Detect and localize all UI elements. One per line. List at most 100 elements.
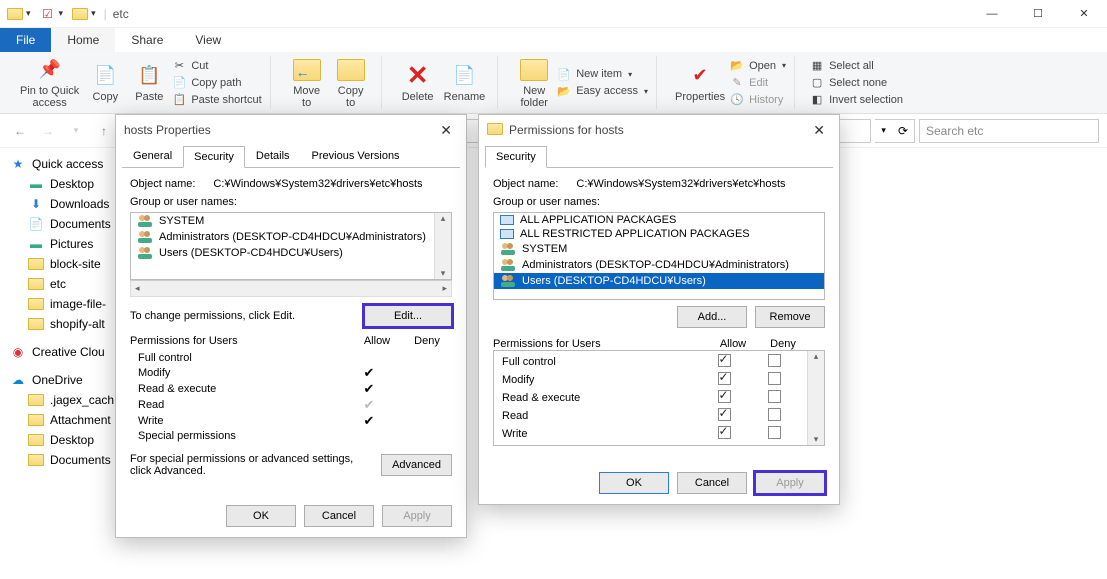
open-button[interactable]: 📂Open▾ — [729, 58, 786, 74]
easy-access-button[interactable]: 📂Easy access▾ — [556, 83, 648, 99]
delete-button[interactable]: ✕Delete — [396, 61, 440, 105]
select-none-icon: ▢ — [809, 75, 825, 91]
allow-column-header: Allow — [352, 335, 402, 347]
perm-row: Read — [494, 407, 824, 425]
maximize-button[interactable]: ☐ — [1015, 0, 1061, 28]
ok-button[interactable]: OK — [226, 505, 296, 527]
address-chevron-icon[interactable]: ▾ — [875, 125, 892, 136]
copy-path-button[interactable]: 📄Copy path — [171, 75, 261, 91]
allow-checkbox[interactable] — [718, 390, 731, 403]
copy-button[interactable]: 📄Copy — [83, 61, 127, 105]
deny-checkbox[interactable] — [768, 426, 781, 439]
deny-checkbox[interactable] — [768, 372, 781, 385]
star-icon: ★ — [10, 157, 26, 171]
perm-row: Full control — [494, 353, 824, 371]
download-icon: ⬇ — [28, 197, 44, 211]
cut-button[interactable]: ✂Cut — [171, 58, 261, 74]
folder-icon — [28, 317, 44, 331]
invert-icon: ◧ — [809, 92, 825, 108]
advanced-button[interactable]: Advanced — [381, 454, 452, 476]
tab-details[interactable]: Details — [245, 145, 301, 167]
allow-checkbox[interactable] — [718, 354, 731, 367]
select-all-button[interactable]: ▦Select all — [809, 58, 903, 74]
refresh-button[interactable]: ⟳ — [892, 124, 914, 138]
qa-chevron-icon[interactable]: ▾ — [26, 8, 31, 19]
folder-icon — [28, 413, 44, 427]
deny-checkbox[interactable] — [768, 354, 781, 367]
edit-button[interactable]: Edit... — [364, 305, 452, 327]
move-to-button[interactable]: ←Move to — [285, 55, 329, 111]
allow-checkbox[interactable] — [718, 408, 731, 421]
close-button[interactable]: ✕ — [807, 122, 831, 139]
tab-previous-versions[interactable]: Previous Versions — [301, 145, 411, 167]
new-folder-button[interactable]: New folder — [512, 55, 556, 111]
user-list[interactable]: ALL APPLICATION PACKAGES ALL RESTRICTED … — [493, 212, 825, 300]
checkbox-select-icon[interactable]: ☑ — [39, 5, 57, 23]
easy-access-icon: 📂 — [556, 83, 572, 99]
users-icon — [500, 274, 516, 288]
deny-checkbox[interactable] — [768, 390, 781, 403]
remove-button[interactable]: Remove — [755, 306, 825, 328]
dialog-hosts-properties: hosts Properties ✕ General Security Deta… — [115, 114, 467, 538]
creative-cloud-icon: ◉ — [10, 345, 26, 359]
minimize-button[interactable]: — — [969, 0, 1015, 28]
move-icon: ← — [293, 57, 321, 83]
user-list[interactable]: SYSTEM Administrators (DESKTOP-CD4HDCU¥A… — [130, 212, 452, 280]
pin-quick-access-button[interactable]: 📌Pin to Quick access — [16, 55, 83, 111]
perm-row: Read & execute✔ — [130, 381, 452, 397]
forward-button[interactable]: → — [36, 119, 60, 143]
allow-checkbox[interactable] — [718, 426, 731, 439]
object-name-value: C:¥Windows¥System32¥drivers¥etc¥hosts — [213, 178, 422, 190]
paste-button[interactable]: 📋Paste — [127, 61, 171, 105]
folder-icon — [71, 5, 89, 23]
dialog-title: hosts Properties — [124, 123, 211, 137]
new-item-button[interactable]: 📄New item▾ — [556, 66, 648, 82]
list-item: Users (DESKTOP-CD4HDCU¥Users) — [131, 245, 451, 261]
close-button[interactable]: ✕ — [434, 122, 458, 139]
rename-button[interactable]: 📄Rename — [440, 61, 490, 105]
up-button[interactable]: ↑ — [92, 119, 116, 143]
users-icon — [500, 258, 516, 272]
close-button[interactable]: ✕ — [1061, 0, 1107, 28]
cancel-button[interactable]: Cancel — [677, 472, 747, 494]
tab-view[interactable]: View — [179, 28, 237, 52]
scrollbar[interactable]: ▴▾ — [807, 351, 824, 445]
apply-button[interactable]: Apply — [755, 472, 825, 494]
shortcut-icon: 📋 — [171, 92, 187, 108]
ok-button[interactable]: OK — [599, 472, 669, 494]
invert-selection-button[interactable]: ◧Invert selection — [809, 92, 903, 108]
edit-button[interactable]: ✎Edit — [729, 75, 786, 91]
select-none-button[interactable]: ▢Select none — [809, 75, 903, 91]
deny-checkbox[interactable] — [768, 408, 781, 421]
documents-icon: 📄 — [28, 217, 44, 231]
tab-home[interactable]: Home — [51, 28, 115, 52]
scrollbar[interactable]: ▴▾ — [434, 213, 451, 279]
allow-checkbox[interactable] — [718, 372, 731, 385]
delete-x-icon: ✕ — [404, 63, 432, 89]
desktop-icon: ▬ — [28, 177, 44, 191]
h-scrollbar[interactable]: ◂▸ — [130, 280, 452, 297]
apply-button[interactable]: Apply — [382, 505, 452, 527]
history-button[interactable]: 🕓History — [729, 92, 786, 108]
add-button[interactable]: Add... — [677, 306, 747, 328]
properties-button[interactable]: ✔Properties — [671, 61, 729, 105]
tab-security[interactable]: Security — [485, 146, 547, 168]
back-button[interactable]: ← — [8, 119, 32, 143]
tab-general[interactable]: General — [122, 145, 183, 167]
tab-share[interactable]: Share — [115, 28, 179, 52]
tab-security[interactable]: Security — [183, 146, 245, 168]
recent-button[interactable]: ▾ — [64, 119, 88, 143]
copy-to-button[interactable]: Copy to — [329, 55, 373, 111]
package-icon — [500, 215, 514, 225]
qa-chevron-icon[interactable]: ▾ — [59, 8, 64, 19]
scissors-icon: ✂ — [171, 58, 187, 74]
tab-file[interactable]: File — [0, 28, 51, 52]
qa-chevron-icon[interactable]: ▾ — [91, 8, 96, 19]
paste-shortcut-button[interactable]: 📋Paste shortcut — [171, 92, 261, 108]
change-permissions-text: To change permissions, click Edit. — [130, 310, 356, 322]
cancel-button[interactable]: Cancel — [304, 505, 374, 527]
rename-icon: 📄 — [450, 63, 478, 89]
chevron-down-icon: ▾ — [628, 70, 632, 79]
properties-icon: ✔ — [686, 63, 714, 89]
search-input[interactable]: Search etc — [919, 119, 1099, 143]
